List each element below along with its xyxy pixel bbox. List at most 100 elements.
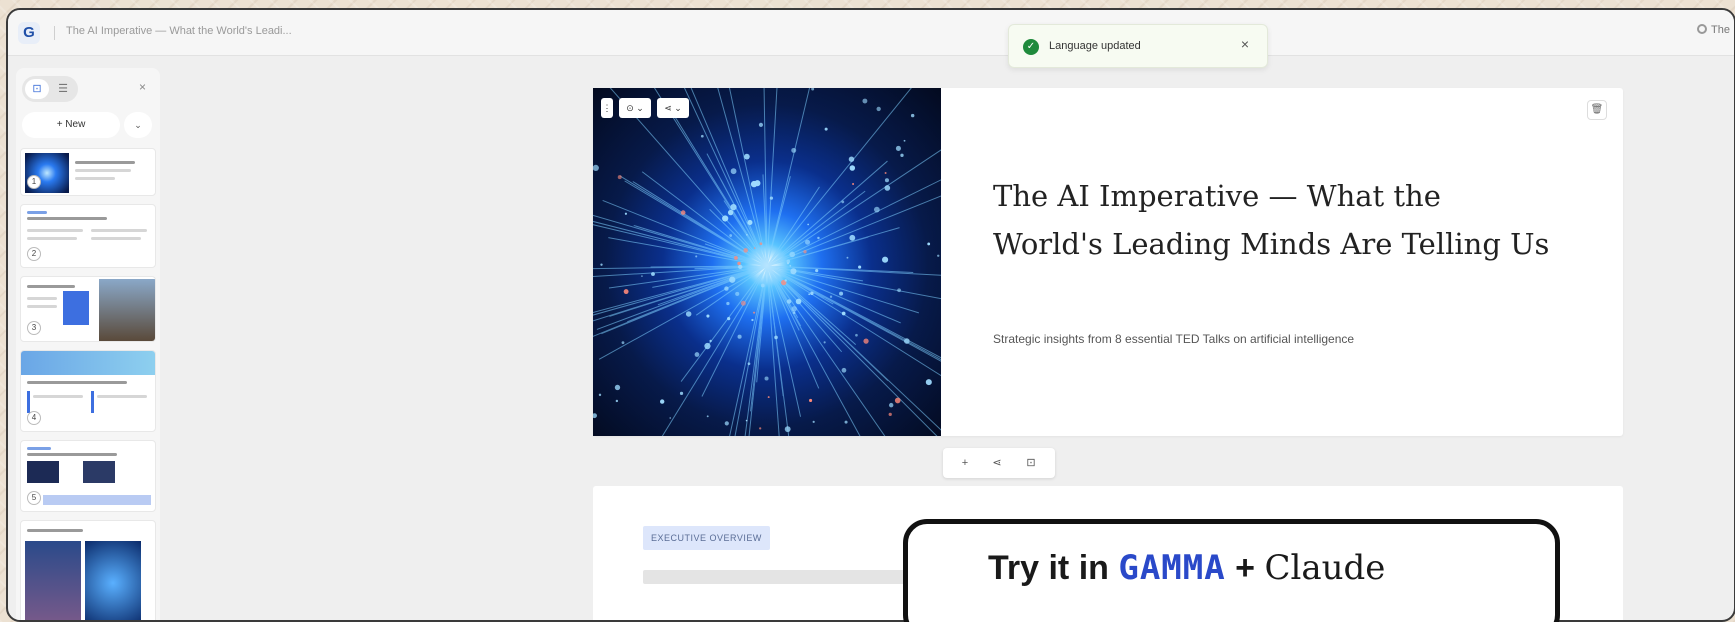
network-node <box>706 314 710 318</box>
thumbnail-image <box>85 541 141 620</box>
network-node <box>848 156 855 162</box>
network-ray <box>766 195 941 267</box>
network-node <box>751 318 754 322</box>
theme-button[interactable]: The <box>1697 24 1730 36</box>
network-node <box>598 393 602 397</box>
network-node <box>722 215 729 222</box>
new-slide-button[interactable]: + New <box>22 112 120 138</box>
network-node <box>810 291 814 296</box>
network-node <box>927 242 931 246</box>
top-bar: G The AI Imperative — What the World's L… <box>8 10 1734 56</box>
network-burst-graphic <box>593 88 941 436</box>
thumbnail-text-line <box>91 237 141 240</box>
slide-title[interactable]: The AI Imperative — What the World's Lea… <box>993 172 1553 268</box>
thumbnail-tag-line <box>27 211 47 214</box>
network-node <box>743 153 750 160</box>
thumbnail-text-line <box>27 237 77 240</box>
network-node <box>795 298 802 305</box>
network-node <box>694 352 700 357</box>
add-icon[interactable]: + <box>957 455 973 471</box>
network-node <box>737 261 741 266</box>
network-node <box>784 279 787 282</box>
share-icon[interactable]: ⋖ <box>989 455 1005 471</box>
thumbnail-text-line <box>75 169 131 172</box>
thumbnail-title-line <box>27 217 107 220</box>
network-node <box>752 311 756 314</box>
drag-handle-icon[interactable]: ⋮ <box>601 98 613 118</box>
network-node <box>900 153 904 157</box>
slide-card-1[interactable]: ⋮ ⊙ ⌄ ⋖ ⌄ 🗑 The AI Imperative — What the… <box>593 88 1623 436</box>
network-node <box>746 234 748 236</box>
network-ray <box>766 265 941 361</box>
slide-thumbnail-5[interactable]: 5 <box>20 440 156 512</box>
network-node <box>809 398 813 403</box>
network-node <box>884 185 891 191</box>
network-node <box>729 234 733 237</box>
network-node <box>724 286 729 291</box>
close-icon[interactable]: × <box>1241 36 1249 52</box>
network-node <box>807 223 809 226</box>
network-node <box>593 413 597 419</box>
network-node <box>704 342 711 350</box>
slide-thumbnail-2[interactable]: 2 <box>20 204 156 268</box>
network-ray <box>763 88 768 267</box>
network-node <box>895 145 901 151</box>
network-node <box>727 209 734 216</box>
network-node <box>615 399 619 403</box>
network-node <box>792 311 796 315</box>
layout-menu[interactable]: ⋖ ⌄ <box>657 98 689 118</box>
layout-icon[interactable]: ⊡ <box>1023 455 1039 471</box>
section-tag[interactable]: EXECUTIVE OVERVIEW <box>643 526 770 550</box>
network-node <box>791 147 797 153</box>
thumbnail-highlight-bar <box>43 495 151 505</box>
slide-thumbnail-3[interactable]: 3 <box>20 276 156 342</box>
slide-thumbnail-6[interactable] <box>20 520 156 620</box>
delete-icon[interactable]: 🗑 <box>1587 100 1607 120</box>
thumbnail-image <box>27 461 59 483</box>
network-node <box>849 234 856 241</box>
slide-thumbnail-1[interactable]: 1 <box>20 148 156 196</box>
thumbnail-title-line <box>27 453 117 456</box>
network-node <box>786 259 791 264</box>
network-ray <box>641 171 768 267</box>
network-ray <box>766 265 886 436</box>
thumbnail-title-line <box>27 381 127 384</box>
thumbnail-text-line <box>75 177 115 180</box>
network-node <box>791 306 797 312</box>
network-node <box>839 291 844 296</box>
network-node <box>685 311 692 317</box>
chevron-down-icon[interactable]: ⌄ <box>124 112 152 138</box>
network-node <box>811 88 815 91</box>
close-sidebar-icon[interactable]: × <box>139 80 146 94</box>
network-node <box>805 239 811 245</box>
hero-image[interactable]: ⋮ ⊙ ⌄ ⋖ ⌄ <box>593 88 941 436</box>
promo-text: Try it in GAMMA + Claude <box>988 548 1385 588</box>
network-node <box>808 293 810 296</box>
network-node <box>812 420 815 423</box>
network-node <box>745 419 748 422</box>
network-node <box>743 248 748 253</box>
network-ray <box>598 265 768 360</box>
network-ray <box>608 265 768 289</box>
list-view-icon[interactable]: ☰ <box>52 79 74 99</box>
image-style-menu[interactable]: ⊙ ⌄ <box>619 98 651 118</box>
document-title[interactable]: The AI Imperative — What the World's Lea… <box>66 25 292 37</box>
slide-number: 1 <box>27 175 41 189</box>
thumbnail-accent-bar <box>91 391 94 413</box>
slide-subtitle[interactable]: Strategic insights from 8 essential TED … <box>993 332 1354 346</box>
network-ray <box>717 88 768 267</box>
network-node <box>735 291 740 296</box>
view-toggle[interactable]: ⊡ ☰ <box>22 76 78 102</box>
promo-banner: Try it in GAMMA + Claude <box>903 519 1560 622</box>
network-node <box>737 334 742 339</box>
network-node <box>734 256 738 260</box>
grid-view-icon[interactable]: ⊡ <box>25 79 49 99</box>
slide-sidebar: ⊡ ☰ × + New ⌄ 1 2 3 4 5 <box>16 68 160 620</box>
network-node <box>897 288 901 293</box>
slide-thumbnail-4[interactable]: 4 <box>20 350 156 432</box>
network-node <box>759 242 763 246</box>
app-logo[interactable]: G <box>18 22 40 44</box>
network-node <box>881 256 889 263</box>
network-node <box>855 333 858 337</box>
network-node <box>660 399 665 404</box>
